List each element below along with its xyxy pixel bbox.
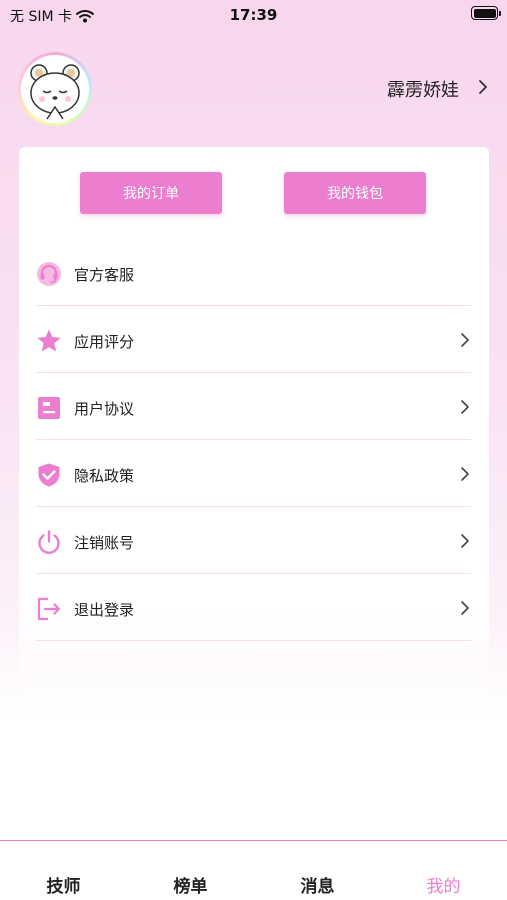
menu-label-app-rating: 应用评分: [74, 333, 135, 351]
menu-label-privacy-policy: 隐私政策: [74, 467, 135, 485]
tab-mine[interactable]: 我的: [380, 872, 507, 897]
shield-check-icon: [38, 463, 60, 487]
menu-item-customer-service[interactable]: 官方客服: [36, 239, 471, 306]
menu-item-privacy-policy[interactable]: 隐私政策: [36, 440, 471, 507]
chevron-right-icon: [461, 601, 469, 615]
battery-icon: [471, 6, 501, 20]
battery-level: [473, 8, 496, 18]
chevron-right-icon: [461, 333, 469, 347]
power-icon: [38, 530, 60, 554]
username[interactable]: 霹雳娇娃: [387, 76, 459, 102]
tab-messages[interactable]: 消息: [254, 872, 381, 897]
chevron-right-icon[interactable]: [475, 78, 491, 96]
menu-label-user-agreement: 用户协议: [74, 400, 135, 418]
tab-technicians[interactable]: 技师: [0, 872, 127, 897]
menu-card: 我的订单 我的钱包 官方客服 应用评分 用户协议 隐私政策 注销账号 退出登录: [19, 147, 489, 707]
star-icon: [37, 329, 61, 352]
chevron-right-icon: [461, 534, 469, 548]
status-bar: 无 SIM 卡 17:39: [0, 0, 507, 28]
bear-avatar-icon: [30, 64, 80, 120]
tab-bar: 技师 榜单 消息 我的: [0, 840, 507, 900]
avatar-image: [21, 55, 89, 123]
menu-item-delete-account[interactable]: 注销账号: [36, 507, 471, 574]
headset-icon: [37, 262, 61, 286]
avatar[interactable]: [18, 52, 92, 126]
menu-label-delete-account: 注销账号: [74, 534, 135, 552]
menu-label-logout: 退出登录: [74, 601, 135, 619]
tab-rankings[interactable]: 榜单: [127, 872, 254, 897]
chevron-right-icon: [461, 400, 469, 414]
clock: 17:39: [229, 6, 278, 24]
logout-icon: [37, 597, 61, 621]
menu-label-customer-service: 官方客服: [74, 266, 135, 284]
menu-item-logout[interactable]: 退出登录: [36, 574, 471, 641]
chevron-right-icon: [461, 467, 469, 481]
my-orders-button[interactable]: 我的订单: [80, 172, 222, 214]
document-icon: [38, 397, 60, 419]
menu-item-user-agreement[interactable]: 用户协议: [36, 373, 471, 440]
my-wallet-button[interactable]: 我的钱包: [284, 172, 426, 214]
menu-item-app-rating[interactable]: 应用评分: [36, 306, 471, 373]
